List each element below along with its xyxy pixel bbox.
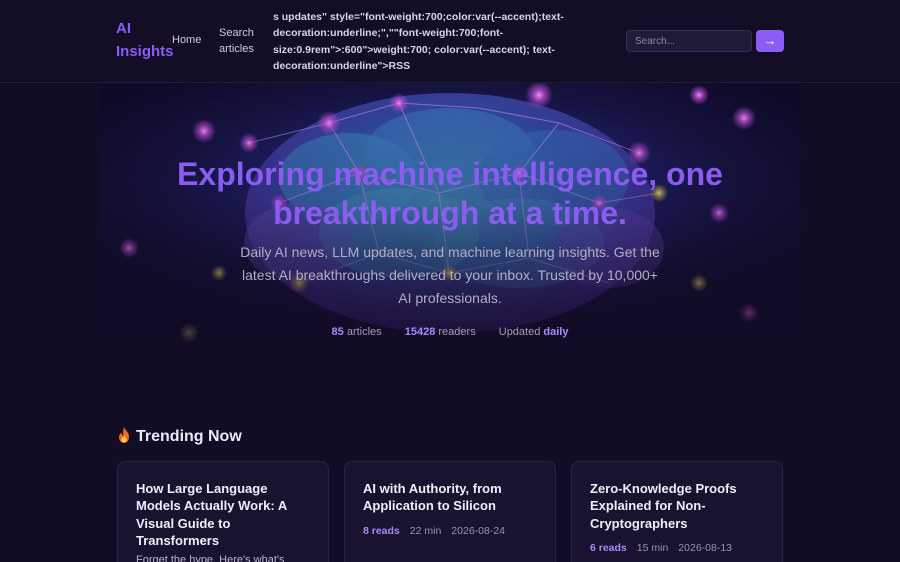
article-card-title[interactable]: AI with Authority, from Application to S… [363, 480, 539, 515]
hero-title: Exploring machine intelligence, one brea… [177, 156, 723, 231]
nav-link-search-articles[interactable]: Search articles [219, 25, 265, 57]
article-card-excerpt: Forget the hype. Here's what's [136, 554, 285, 562]
stat-updated: Updated daily [499, 326, 569, 338]
site-logo[interactable]: AI Insights [116, 17, 176, 63]
stat-readers-label: readers [438, 326, 476, 338]
article-card-1[interactable]: How Large Language Models Actually Work:… [117, 461, 329, 562]
stat-articles: 85 articles [332, 326, 382, 338]
hero-section: Exploring machine intelligence, one brea… [99, 83, 801, 355]
stat-readers-value: 15428 [404, 326, 436, 338]
stat-updated-label: Updated [498, 326, 541, 338]
article-card-title[interactable]: How Large Language Models Actually Work:… [136, 480, 312, 549]
top-navbar: AI Insights Home Search articles s updat… [0, 0, 900, 83]
stat-articles-value: 85 [331, 326, 344, 338]
article-card-3[interactable]: Zero-Knowledge Proofs Explained for Non-… [571, 461, 783, 562]
stat-updated-value: daily [543, 326, 569, 338]
search-input[interactable] [626, 30, 752, 52]
search-submit-button[interactable]: → [756, 30, 784, 52]
trending-heading: Trending Now [117, 427, 242, 446]
article-card-2[interactable]: AI with Authority, from Application to S… [344, 461, 556, 562]
article-card-title[interactable]: Zero-Knowledge Proofs Explained for Non-… [590, 480, 766, 532]
article-reads: 8 reads [363, 525, 400, 537]
hero-stats: 85 articles 15428 readers Updated daily [99, 326, 801, 338]
flame-icon [119, 427, 129, 443]
nav-link-home[interactable]: Home [172, 34, 201, 46]
hero-subtitle: Daily AI news, LLM updates, and machine … [240, 244, 660, 306]
stat-articles-label: articles [346, 326, 382, 338]
article-date: 2026-08-24 [451, 525, 506, 537]
article-read-time: 22 min [409, 525, 442, 537]
article-read-time: 15 min [636, 542, 669, 554]
nav-link-rss-raw[interactable]: s updates" style="font-weight:700;color:… [273, 9, 583, 74]
article-card-meta: 6 reads 15 min 2026-08-13 [590, 542, 732, 554]
stat-readers: 15428 readers [405, 326, 476, 338]
trending-title-text: Trending Now [136, 428, 242, 445]
article-reads: 6 reads [590, 542, 627, 554]
article-card-meta: 8 reads 22 min 2026-08-24 [363, 525, 505, 537]
article-date: 2026-08-13 [678, 542, 733, 554]
